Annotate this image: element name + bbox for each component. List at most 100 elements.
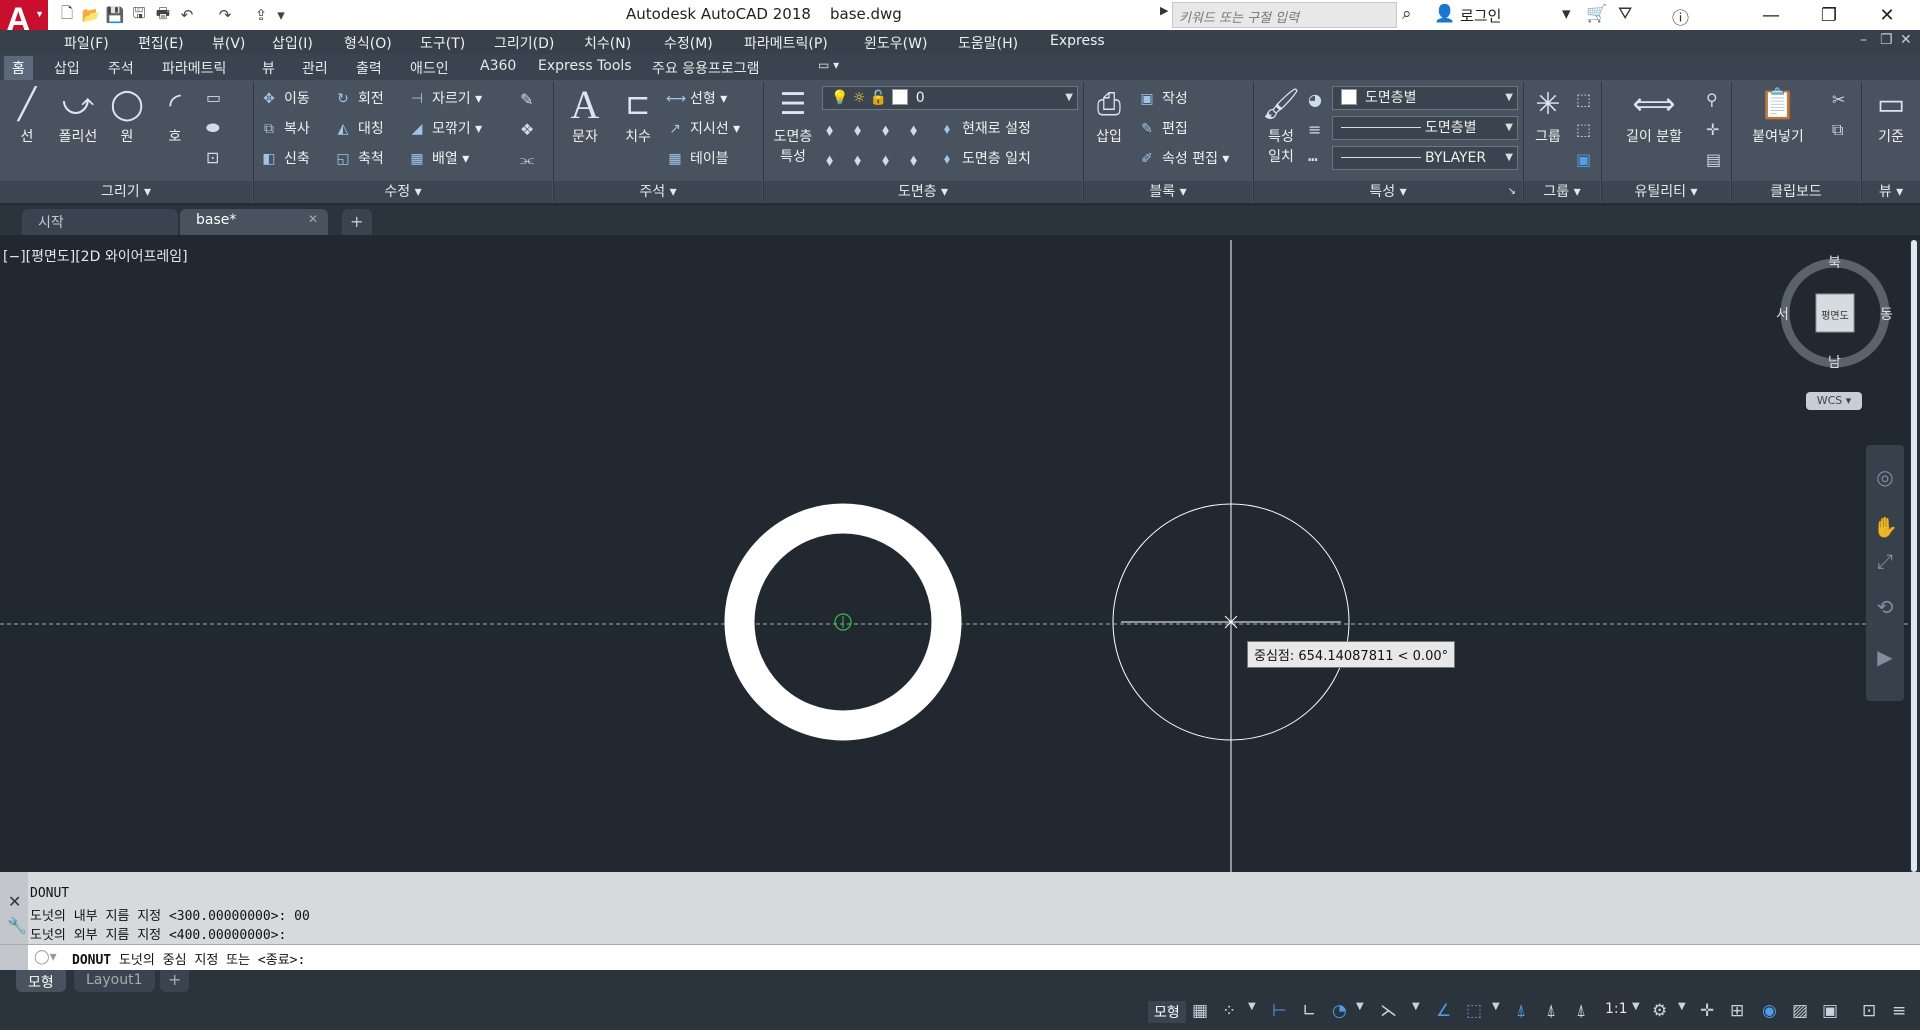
linetype-dropdown[interactable]: 도면층별 ▼ xyxy=(1332,116,1518,140)
dynamic-input-icon[interactable]: ⊢ xyxy=(1272,1001,1287,1021)
tab-annotate[interactable]: 주석 xyxy=(108,58,134,78)
modify-panel-title[interactable]: 수정 ▾ xyxy=(254,181,552,203)
auto-scale-icon[interactable]: ⍋ xyxy=(1546,1001,1556,1021)
move-button[interactable]: ✥ 이동 xyxy=(260,88,310,110)
units-icon[interactable]: ⊞ xyxy=(1730,1001,1744,1021)
menu-file[interactable]: 파일(F) xyxy=(64,33,109,53)
new-layout-button[interactable]: + xyxy=(160,970,190,992)
utilities-panel-title[interactable]: 유틸리티 ▾ xyxy=(1602,181,1730,203)
object-snap-tracking-icon[interactable]: ∠ xyxy=(1436,1001,1451,1021)
trim-button[interactable]: ⊣ 자르기 ▾ xyxy=(408,88,482,110)
annotation-monitor-icon[interactable]: ✛ xyxy=(1700,1001,1714,1021)
tab-addins[interactable]: 애드인 xyxy=(410,58,449,78)
layout-tab-model[interactable]: 모형 xyxy=(16,970,66,992)
save-icon[interactable]: 💾 xyxy=(104,4,126,26)
grid-icon[interactable]: ▦ xyxy=(1192,1001,1208,1021)
command-line[interactable]: ◯▾ DONUT 도넛의 중심 지정 또는 <종료>: xyxy=(0,944,1920,971)
scale-button[interactable]: ◱ 축척 xyxy=(334,148,383,170)
file-tab-base[interactable]: base* ✕ xyxy=(180,209,328,235)
polar-tracking-icon[interactable]: ◔ xyxy=(1332,1001,1347,1021)
calculator-icon[interactable]: ▤ xyxy=(1706,150,1721,169)
group-select-icon[interactable]: ▣ xyxy=(1576,150,1591,169)
erase-icon[interactable]: ✎ xyxy=(520,90,533,109)
tab-insert[interactable]: 삽입 xyxy=(54,58,80,78)
customization-menu-icon[interactable]: ≡ xyxy=(1892,1001,1906,1021)
search-input[interactable]: 키워드 또는 구절 입력 xyxy=(1172,2,1397,28)
fullscreen-icon[interactable]: ⊡ xyxy=(1862,1001,1876,1021)
qa-customize-icon[interactable]: ▾ xyxy=(270,4,292,26)
ortho-icon[interactable]: ∟ xyxy=(1302,1001,1316,1021)
scrollbar-thumb[interactable] xyxy=(1911,240,1917,872)
rectangle-icon[interactable]: ▭ xyxy=(206,88,221,107)
chevron-down-icon[interactable]: ▼ xyxy=(1678,1001,1686,1012)
doc-restore-icon[interactable]: ❐ xyxy=(1880,32,1893,48)
annotation-visibility-icon[interactable]: ⍋ xyxy=(1516,1001,1526,1021)
group-button[interactable]: ✳ 그룹 xyxy=(1526,84,1570,146)
linetype-icon[interactable]: ┅ xyxy=(1308,150,1318,169)
edit-attributes-button[interactable]: ✐ 속성 편집 ▾ xyxy=(1138,148,1229,170)
minimize-icon[interactable]: — xyxy=(1742,0,1800,30)
menu-view[interactable]: 뷰(V) xyxy=(212,33,245,53)
edit-block-button[interactable]: ✎ 편집 xyxy=(1138,118,1188,140)
steering-wheel-icon[interactable]: ◎ xyxy=(1873,465,1897,489)
groups-panel-title[interactable]: 그룹 ▾ xyxy=(1524,181,1600,203)
copy-clip-icon[interactable]: ⧉ xyxy=(1832,120,1843,140)
insert-block-button[interactable]: ⎙ 삽입 xyxy=(1086,84,1132,146)
copy-button[interactable]: ⧉ 복사 xyxy=(260,118,310,140)
clean-screen-icon[interactable]: ▣ xyxy=(1822,1001,1838,1021)
wcs-menu[interactable]: WCS ▾ xyxy=(1806,392,1862,410)
orbit-icon[interactable]: ⟲ xyxy=(1873,595,1897,619)
tab-a360[interactable]: A360 xyxy=(480,58,516,74)
compass-west[interactable]: 서 xyxy=(1776,304,1789,324)
layer-tool-icon[interactable]: ⬧ xyxy=(910,150,917,170)
chevron-down-icon[interactable]: ▼ xyxy=(1492,1001,1500,1012)
linear-dim-button[interactable]: ⟷ 선형 ▾ xyxy=(666,88,727,110)
menu-tools[interactable]: 도구(T) xyxy=(420,33,465,53)
layer-tool-icon[interactable]: ⬧ xyxy=(882,150,889,170)
showmotion-icon[interactable]: ▶ xyxy=(1873,645,1897,669)
layers-panel-title[interactable]: 도면층 ▾ xyxy=(764,181,1082,203)
compass-east[interactable]: 동 xyxy=(1880,304,1893,324)
menu-parametric[interactable]: 파라메트릭(P) xyxy=(744,33,828,53)
tab-manage[interactable]: 관리 xyxy=(302,58,328,78)
dimension-button[interactable]: ⊏ 치수 xyxy=(614,84,662,146)
tab-home[interactable]: 홈 xyxy=(4,56,33,80)
paste-button[interactable]: 📋 붙여넣기 xyxy=(1738,84,1818,146)
lineweight-icon[interactable]: ≡ xyxy=(1308,120,1321,139)
restore-icon[interactable]: ❐ xyxy=(1800,0,1858,30)
line-button[interactable]: ╱ 선 xyxy=(4,84,50,146)
lineweight-dropdown[interactable]: BYLAYER ▼ xyxy=(1332,146,1518,170)
region-icon[interactable]: ⊡ xyxy=(206,148,219,167)
save-as-icon[interactable]: 🖫 xyxy=(128,4,150,26)
print-icon[interactable]: 🖶 xyxy=(152,4,174,26)
match-layer-button[interactable]: ⬧ 도면층 일치 xyxy=(938,148,1031,170)
menu-draw[interactable]: 그리기(D) xyxy=(494,33,554,53)
annotation-scale-value[interactable]: 1:1 xyxy=(1605,1001,1628,1017)
layer-properties-button[interactable]: ☰ 도면층 특성 xyxy=(766,84,820,166)
close-command-icon[interactable]: ✕ xyxy=(8,892,21,911)
leader-button[interactable]: ↗ 지시선 ▾ xyxy=(666,118,740,140)
layout-tab-layout1[interactable]: Layout1 xyxy=(74,970,155,992)
circle-button[interactable]: ◯ 원 xyxy=(104,84,150,146)
layer-tool-icon[interactable]: ⬧ xyxy=(854,120,861,140)
make-current-button[interactable]: ⬧ 현재로 설정 xyxy=(938,118,1031,140)
cut-icon[interactable]: ✂ xyxy=(1832,90,1845,109)
array-button[interactable]: ▦ 배열 ▾ xyxy=(408,148,469,170)
dialog-launcher-icon[interactable]: ↘ xyxy=(1508,181,1516,203)
tab-express-tools[interactable]: Express Tools xyxy=(538,58,632,74)
match-properties-button[interactable]: 🖌 특성 일치 xyxy=(1256,84,1306,166)
customize-wrench-icon[interactable]: 🔧 xyxy=(7,916,27,935)
measure-button[interactable]: ⟺ 길이 분할 xyxy=(1610,84,1698,146)
menu-dimension[interactable]: 치수(N) xyxy=(584,33,631,53)
doc-close-icon[interactable]: ✕ xyxy=(1900,32,1912,48)
snap-icon[interactable]: ⁘ xyxy=(1222,1001,1236,1021)
layer-tool-icon[interactable]: ⬧ xyxy=(910,120,917,140)
explode-icon[interactable]: ❖ xyxy=(520,120,534,139)
undo-icon[interactable]: ↶ xyxy=(176,4,198,26)
polyline-button[interactable]: ⤻ 폴리선 xyxy=(52,84,104,146)
stretch-button[interactable]: ◧ 신축 xyxy=(260,148,309,170)
menu-edit[interactable]: 편집(E) xyxy=(138,33,184,53)
new-tab-button[interactable]: + xyxy=(342,209,372,235)
pan-icon[interactable]: ✋ xyxy=(1873,515,1898,539)
menu-format[interactable]: 형식(O) xyxy=(344,33,392,53)
